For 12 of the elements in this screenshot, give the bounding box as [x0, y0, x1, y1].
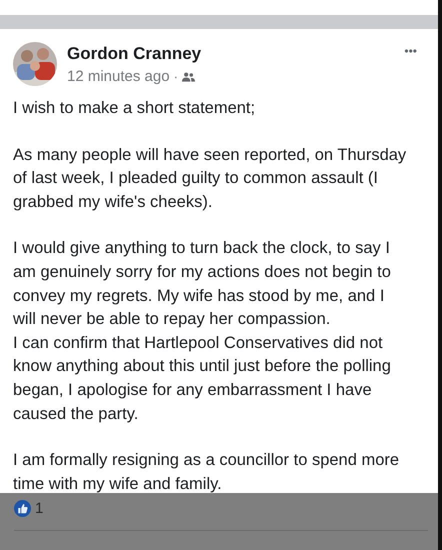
post-paragraph: I would give anything to turn back the clock, to say I am genuinely sorry for my actions does not begin to convey my regrets. My wife has stood by me, and I will never be able to repay her compassion. — [13, 238, 392, 330]
post-paragraph: As many people will have seen reported, on Thursday of last week, I pleaded guilty to common assault (I grabbed my wife's cheeks). — [13, 144, 408, 213]
post-time[interactable]: 12 minutes ago — [67, 67, 170, 87]
post-paragraph: I can confirm that Hartlepool Conservatives did not know anything about this until just before the polling began, I apologise for any embarrassment I have caused the party. — [13, 332, 392, 425]
author-name[interactable]: Gordon Cranney — [67, 43, 404, 65]
thumbs-up-icon — [14, 500, 31, 517]
people-icon — [182, 72, 195, 82]
post-paragraph: I wish to make a short statement; — [13, 98, 256, 119]
reaction-count[interactable]: 1 — [35, 500, 44, 517]
separator: · — [174, 68, 178, 86]
post-paragraph: I am formally resigning as a councillor to spend more time with my wife and family. — [13, 450, 400, 495]
more-options-button[interactable]: ••• — [404, 42, 417, 60]
